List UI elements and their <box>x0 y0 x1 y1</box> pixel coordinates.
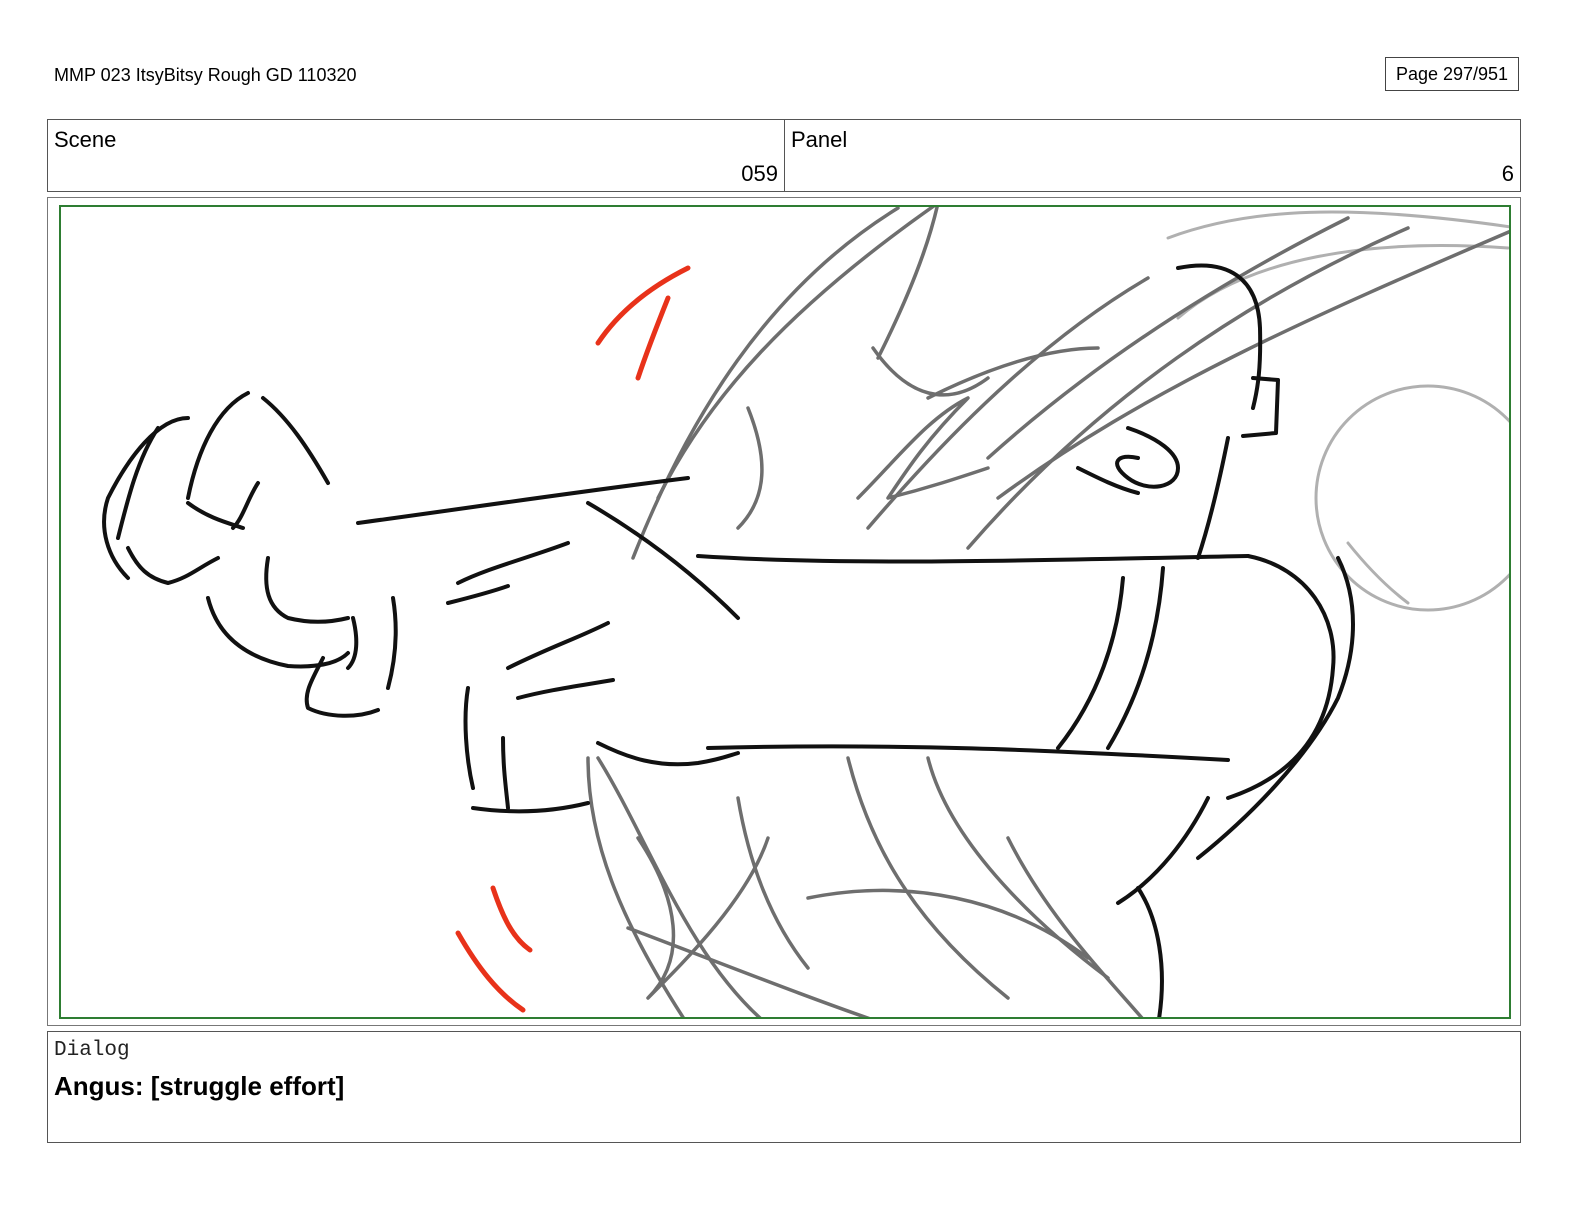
panel-cell: Panel 6 <box>785 120 1520 191</box>
scene-label: Scene <box>54 127 117 152</box>
dialog-text: Angus: [struggle effort] <box>54 1071 345 1101</box>
dialog-box: Dialog Angus: [struggle effort] <box>47 1031 1521 1143</box>
scene-cell: Scene 059 <box>48 120 785 191</box>
rough-sketch-lines <box>586 206 1510 1018</box>
scene-panel-info-row: Scene 059 Panel 6 <box>47 119 1521 192</box>
dialog-label: Dialog <box>54 1039 130 1062</box>
storyboard-panel <box>47 197 1521 1026</box>
light-rough-sketch <box>1166 210 1510 612</box>
page-indicator: Page 297/951 <box>1385 57 1519 91</box>
storyboard-sketch <box>59 205 1511 1019</box>
scene-number: 059 <box>741 161 778 186</box>
panel-number: 6 <box>1501 161 1514 186</box>
document-title: MMP 023 ItsyBitsy Rough GD 110320 <box>54 65 357 85</box>
panel-label: Panel <box>791 127 848 152</box>
